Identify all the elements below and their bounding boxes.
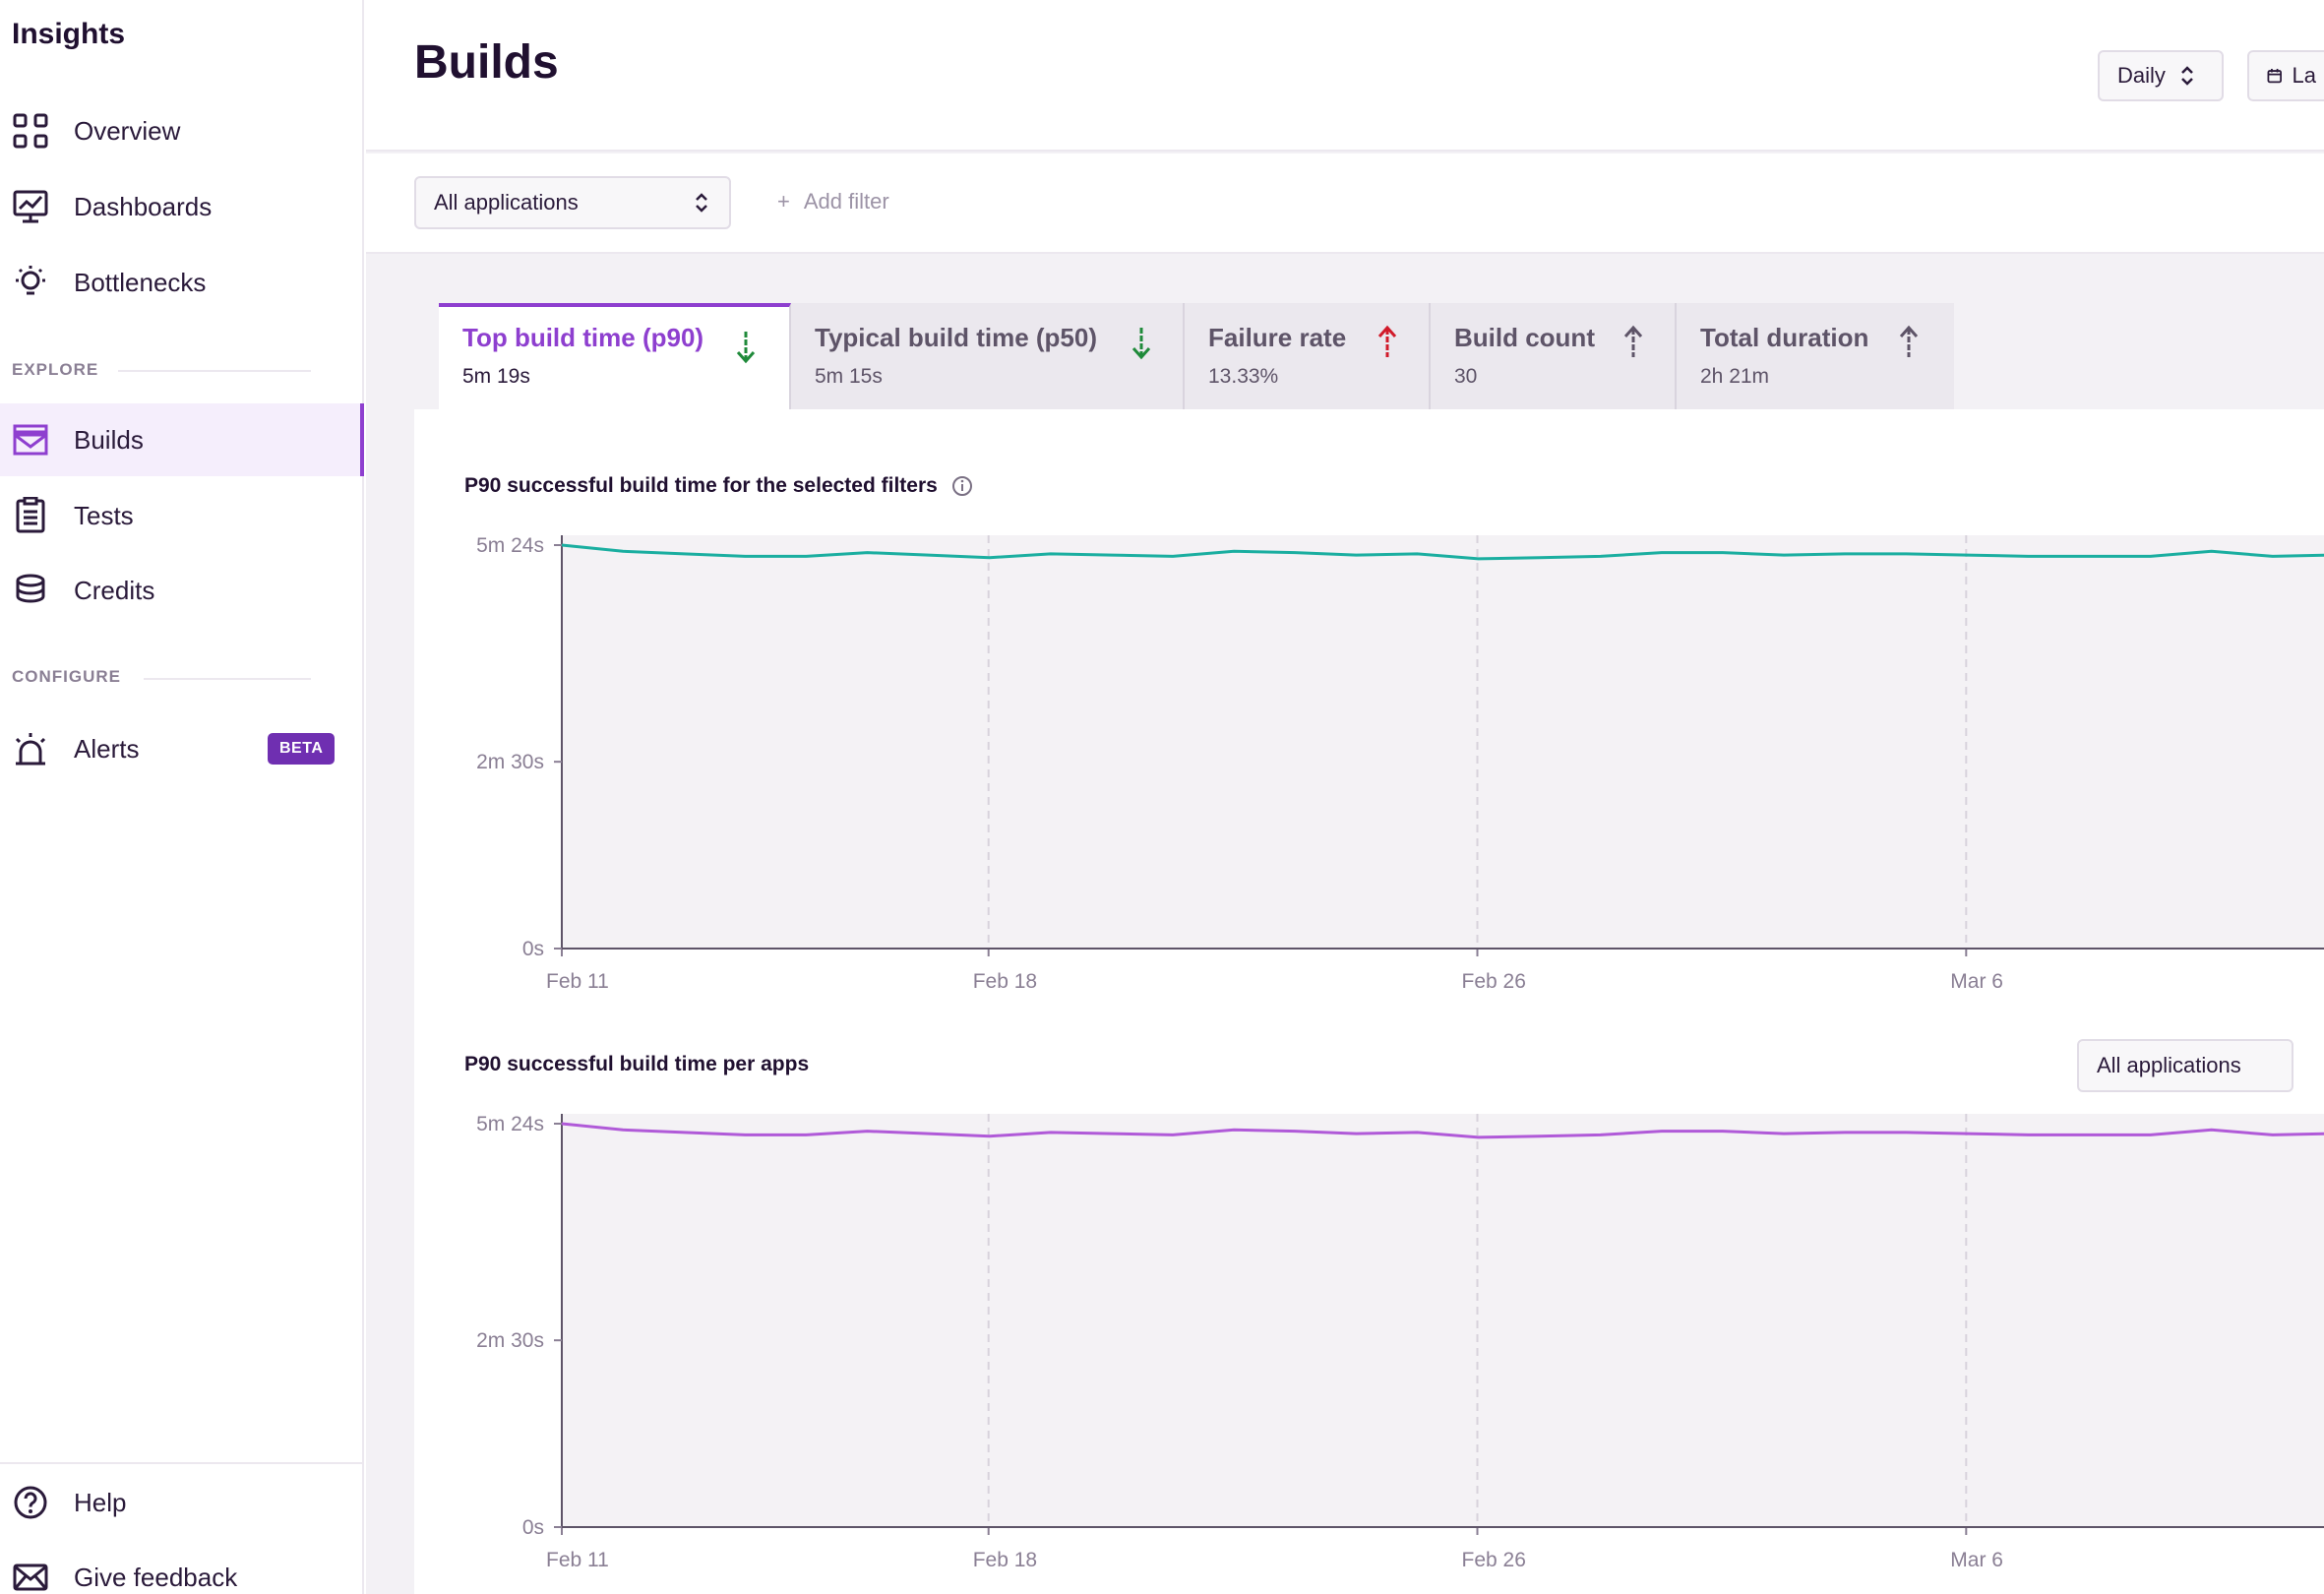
- y-tick-label: 0s: [522, 938, 544, 960]
- alarm-icon: [15, 733, 46, 766]
- help-icon: [14, 1486, 47, 1519]
- plus-icon: +: [777, 189, 790, 214]
- sidebar-item-bottlenecks[interactable]: Bottlenecks: [0, 246, 362, 319]
- x-tick-label: Feb 26: [1462, 1549, 1526, 1571]
- sidebar-item-give-feedback[interactable]: Give feedback: [0, 1541, 362, 1594]
- lightbulb-icon: [16, 266, 45, 295]
- builds-icon: [13, 424, 48, 456]
- sidebar: Insights Overview Dashboards Bottlenecks…: [0, 0, 364, 1594]
- chart-title-text: P90 successful build time for the select…: [464, 474, 938, 497]
- tab-typical-build-time[interactable]: Typical build time (p50) 5m 15s: [791, 303, 1185, 409]
- chart-app-select-value: All applications: [2097, 1053, 2241, 1077]
- tab-label: Typical build time (p50): [815, 323, 1098, 352]
- arrow-down-icon: [1131, 328, 1151, 360]
- y-tick-label: 0s: [522, 1516, 544, 1539]
- add-filter-button[interactable]: + Add filter: [777, 189, 889, 215]
- tab-value: 2h 21m: [1700, 365, 1770, 388]
- tab-failure-rate[interactable]: Failure rate 13.33%: [1185, 303, 1431, 409]
- sidebar-item-label: Alerts: [74, 733, 140, 764]
- divider: [0, 1462, 362, 1464]
- tab-value: 30: [1454, 365, 1478, 388]
- x-tick-label: Mar 6: [1950, 970, 2003, 993]
- date-range-button[interactable]: La: [2247, 50, 2324, 101]
- metric-tabs: Top build time (p90) 5m 19s Typical buil…: [439, 303, 1954, 409]
- sidebar-item-label: Tests: [74, 500, 134, 530]
- grid-icon: [13, 113, 48, 149]
- sidebar-item-label: Credits: [74, 575, 155, 605]
- y-tick-label: 5m 24s: [476, 534, 544, 557]
- main-content: Builds Daily La All applications + Add f…: [366, 0, 2324, 1594]
- beta-badge: BETA: [268, 733, 336, 765]
- sidebar-item-label: Dashboards: [74, 191, 213, 221]
- tab-top-build-time[interactable]: Top build time (p90) 5m 19s: [439, 303, 791, 409]
- sidebar-item-label: Bottlenecks: [74, 267, 207, 297]
- tab-label: Total duration: [1700, 323, 1869, 352]
- sidebar-item-help[interactable]: Help: [0, 1466, 362, 1539]
- add-filter-label: Add filter: [803, 189, 889, 214]
- sidebar-item-alerts[interactable]: Alerts BETA: [0, 712, 362, 785]
- mail-icon: [13, 1563, 48, 1591]
- chevron-updown-icon: [2181, 66, 2193, 86]
- sidebar-item-tests[interactable]: Tests: [0, 479, 362, 552]
- plot-area: [562, 1114, 2324, 1527]
- calendar-icon: [2267, 68, 2282, 84]
- chart-build-time-selected: Feb 11 Feb 18 Feb 26 Mar 6 5m 24s 2m 30s 0s: [476, 534, 2324, 993]
- x-tick-label: Feb 11: [546, 970, 609, 993]
- sidebar-item-overview[interactable]: Overview: [0, 94, 362, 167]
- plot-area: [562, 535, 2324, 949]
- tab-value: 5m 15s: [815, 365, 883, 388]
- x-tick-label: Mar 6: [1950, 1549, 2003, 1571]
- tab-value: 13.33%: [1208, 365, 1279, 388]
- x-tick-label: Feb 18: [973, 1549, 1037, 1571]
- tab-value: 5m 19s: [462, 365, 530, 388]
- interval-select[interactable]: Daily: [2098, 50, 2224, 101]
- sidebar-item-builds[interactable]: Builds: [0, 403, 364, 476]
- tab-build-count[interactable]: Build count 30: [1431, 303, 1677, 409]
- interval-label: Daily: [2117, 63, 2166, 88]
- sidebar-item-label: Give feedback: [74, 1562, 238, 1592]
- page-title: Builds: [414, 36, 559, 89]
- y-tick-label: 2m 30s: [476, 1329, 544, 1352]
- sidebar-item-label: Overview: [74, 115, 181, 146]
- y-tick-label: 5m 24s: [476, 1113, 544, 1135]
- y-tick-label: 2m 30s: [476, 751, 544, 773]
- chart-title: P90 successful build time per apps: [464, 1053, 809, 1076]
- arrow-up-icon: [1899, 325, 1919, 357]
- application-select-value: All applications: [434, 190, 579, 215]
- arrow-up-icon: [1377, 325, 1397, 357]
- sidebar-title: Insights: [12, 18, 126, 50]
- info-icon[interactable]: [951, 475, 973, 497]
- chart-title-text: P90 successful build time per apps: [464, 1053, 810, 1075]
- arrow-down-icon: [736, 332, 756, 364]
- chart-title: P90 successful build time for the select…: [464, 474, 973, 498]
- clipboard-icon: [16, 497, 45, 533]
- sidebar-item-credits[interactable]: Credits: [0, 554, 362, 627]
- monitor-chart-icon: [13, 190, 48, 223]
- filter-bar: All applications + Add filter: [366, 153, 2324, 254]
- page-header: Builds Daily La: [366, 0, 2324, 152]
- divider: [144, 678, 311, 680]
- application-select[interactable]: All applications: [414, 176, 731, 229]
- tab-total-duration[interactable]: Total duration 2h 21m: [1677, 303, 1954, 409]
- arrow-up-icon: [1623, 325, 1643, 357]
- sidebar-item-dashboards[interactable]: Dashboards: [0, 170, 362, 243]
- date-range-label: La: [2292, 63, 2316, 88]
- section-explore: EXPLORE: [12, 360, 99, 379]
- chart-build-time-per-apps: Feb 11 Feb 18 Feb 26 Mar 6 5m 24s 2m 30s 0s: [476, 1113, 2324, 1571]
- chart-panel: P90 successful build time for the select…: [414, 409, 2324, 1594]
- sidebar-item-label: Help: [74, 1487, 127, 1517]
- section-configure: CONFIGURE: [12, 667, 121, 686]
- divider: [118, 370, 311, 372]
- database-icon: [16, 574, 45, 603]
- x-tick-label: Feb 18: [973, 970, 1037, 993]
- x-tick-label: Feb 26: [1462, 970, 1526, 993]
- tab-label: Top build time (p90): [462, 323, 704, 352]
- x-tick-label: Feb 11: [546, 1549, 609, 1571]
- chart-app-select[interactable]: All applications: [2077, 1039, 2293, 1092]
- sidebar-item-label: Builds: [74, 424, 144, 455]
- chevron-updown-icon: [696, 193, 707, 213]
